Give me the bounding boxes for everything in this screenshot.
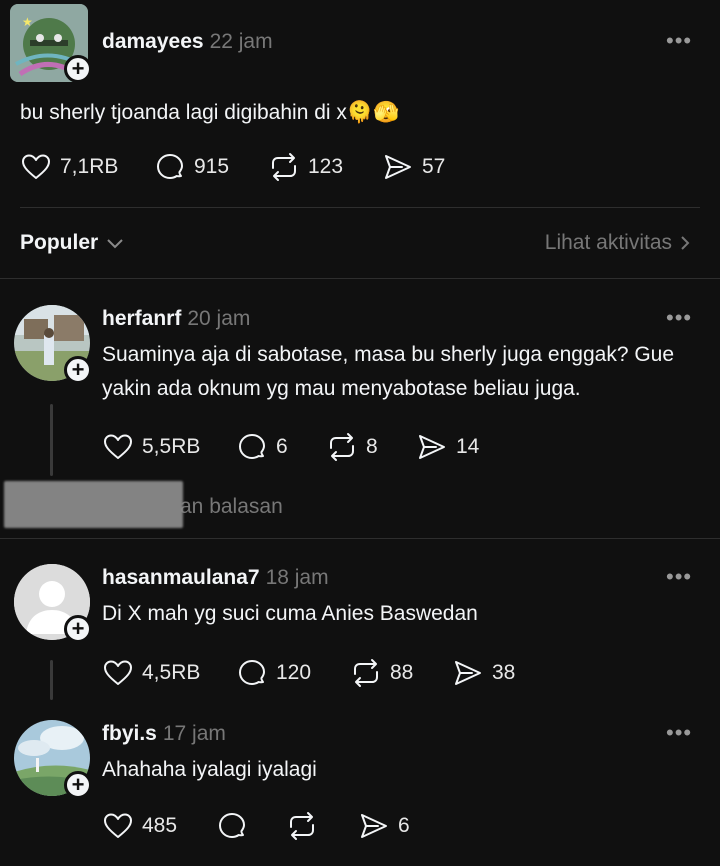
comment-text: Ahahaha iyalagi iyalagi [102, 758, 317, 781]
divider [0, 278, 720, 279]
heart-icon [104, 660, 132, 685]
share-button[interactable]: 6 [358, 810, 410, 842]
chevron-right-icon [681, 236, 690, 250]
divider [0, 538, 720, 539]
thread-line [50, 404, 53, 476]
more-options-icon[interactable]: ••• [666, 30, 692, 52]
comment-time: 17 jam [162, 722, 226, 745]
view-activity-label: Lihat aktivitas [544, 231, 672, 254]
share-button[interactable]: 38 [452, 657, 515, 689]
comment-button[interactable]: 915 [154, 151, 229, 183]
like-button[interactable]: 7,1RB [20, 151, 118, 183]
like-button[interactable]: 4,5RB [102, 657, 200, 689]
post-time: 22 jam [209, 30, 273, 53]
share-count: 6 [398, 814, 410, 837]
divider [20, 207, 700, 208]
melting-face-emoji: 🫠 [346, 101, 374, 124]
sort-dropdown[interactable]: Populer [20, 231, 124, 255]
follow-plus-icon[interactable]: + [64, 615, 92, 643]
comment-button[interactable]: 120 [236, 657, 311, 689]
heart-icon [104, 434, 132, 459]
like-count: 485 [142, 814, 178, 837]
share-count: 38 [492, 661, 516, 684]
svg-text:★: ★ [22, 15, 33, 29]
repost-icon [354, 659, 378, 687]
repost-button[interactable]: 88 [350, 657, 413, 689]
comment-username-text[interactable]: hasanmaulana7 [102, 566, 260, 589]
comment-count: 915 [194, 155, 230, 178]
view-replies-link[interactable]: an balasan [180, 495, 283, 519]
send-icon [361, 814, 387, 838]
comment-button[interactable]: 6 [236, 431, 288, 463]
send-icon [419, 435, 445, 459]
follow-plus-icon[interactable]: + [64, 356, 92, 384]
like-count: 7,1RB [60, 155, 119, 178]
repost-icon [272, 153, 296, 181]
like-button[interactable]: 485 [102, 810, 177, 842]
share-button[interactable]: 14 [416, 431, 479, 463]
send-icon [385, 155, 411, 179]
more-options-icon[interactable]: ••• [666, 566, 692, 588]
follow-plus-icon[interactable]: + [64, 55, 92, 83]
repost-button[interactable]: 123 [268, 151, 343, 183]
comment-time: 18 jam [265, 566, 329, 589]
share-count: 57 [422, 155, 446, 178]
comment-username[interactable]: hasanmaulana7 18 jam [102, 566, 329, 590]
repost-button[interactable]: 8 [326, 431, 378, 463]
repost-count: 8 [366, 435, 378, 458]
share-count: 14 [456, 435, 480, 458]
comment-text: Suaminya aja di sabotase, masa bu sherly… [102, 343, 675, 400]
comment-count: 6 [276, 435, 288, 458]
repost-icon [330, 433, 354, 461]
comment-time: 20 jam [187, 307, 251, 330]
comment-username[interactable]: fbyi.s 17 jam [102, 722, 226, 746]
comment-icon [157, 154, 183, 179]
repost-button[interactable] [286, 810, 326, 842]
repost-count: 88 [390, 661, 414, 684]
peeking-face-emoji: 🫣 [373, 101, 400, 124]
comment-username-text[interactable]: herfanrf [102, 307, 181, 330]
share-button[interactable]: 57 [382, 151, 445, 183]
comment-username[interactable]: herfanrf 20 jam [102, 307, 250, 331]
comment-username-text[interactable]: fbyi.s [102, 722, 157, 745]
heart-icon [22, 154, 50, 179]
like-count: 4,5RB [142, 661, 201, 684]
send-icon [455, 661, 481, 685]
repost-icon [290, 812, 314, 840]
view-replies-label: an balasan [180, 495, 283, 518]
view-activity-link[interactable]: Lihat aktivitas [545, 231, 690, 255]
sort-label: Populer [20, 231, 99, 254]
chevron-down-icon [107, 239, 123, 249]
comment-text: Di X mah yg suci cuma Anies Baswedan [102, 602, 478, 625]
post-username[interactable]: damayees 22 jam [102, 30, 273, 54]
repost-count: 123 [308, 155, 344, 178]
comment-icon [239, 434, 265, 459]
like-count: 5,5RB [142, 435, 201, 458]
comment-count: 120 [276, 661, 312, 684]
more-options-icon[interactable]: ••• [666, 722, 692, 744]
more-options-icon[interactable]: ••• [666, 307, 692, 329]
post-text: bu sherly tjoanda lagi digibahin di x🫠🫣 [20, 96, 399, 130]
comment-icon [219, 813, 245, 838]
follow-plus-icon[interactable]: + [64, 771, 92, 799]
comment-icon [239, 660, 265, 685]
comment-button[interactable] [216, 810, 256, 842]
like-button[interactable]: 5,5RB [102, 431, 200, 463]
redaction-overlay [4, 481, 183, 528]
post-username-text[interactable]: damayees [102, 30, 204, 53]
heart-icon [104, 813, 132, 838]
post-body: bu sherly tjoanda lagi digibahin di x [20, 101, 347, 124]
thread-line [50, 660, 53, 700]
